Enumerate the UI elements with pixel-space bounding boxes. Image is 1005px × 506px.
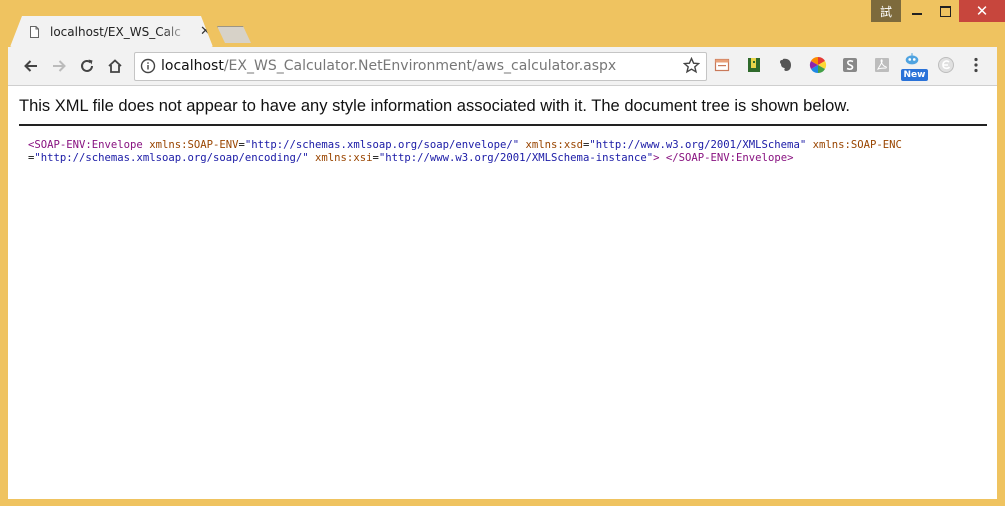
maximize-button[interactable]	[931, 0, 959, 22]
forward-arrow-icon	[53, 60, 66, 72]
document-icon	[30, 26, 39, 38]
xml-attr-value: "http://www.w3.org/2001/XMLSchema"	[589, 139, 807, 151]
extension-s-button[interactable]	[841, 56, 859, 74]
back-arrow-icon	[24, 60, 37, 72]
circle-e-icon	[938, 57, 954, 73]
xml-attr-name: xmlns:xsd	[525, 139, 583, 151]
browser-toolbar: localhost/EX_WS_Calculator.NetEnvironmen…	[8, 47, 997, 86]
page-content: This XML file does not appear to have an…	[8, 86, 997, 499]
extension-pdf-button[interactable]	[873, 56, 891, 74]
url-path: /EX_WS_Calculator.NetEnvironment/aws_cal…	[223, 58, 617, 74]
tab-active[interactable]: localhost/EX_WS_Calc ✕	[10, 16, 213, 47]
xml-attr-name: xmlns:SOAP-ENC	[812, 139, 902, 151]
address-bar[interactable]: localhost/EX_WS_Calculator.NetEnvironmen…	[134, 52, 707, 81]
xml-attr-name: xmlns:SOAP-ENV	[149, 139, 239, 151]
reload-icon	[81, 59, 93, 72]
divider	[19, 124, 987, 126]
url-host: localhost	[161, 58, 224, 74]
elephant-icon	[780, 58, 791, 71]
new-badge: New	[901, 69, 928, 81]
xml-open-tag-end: >	[653, 152, 660, 164]
robot-icon	[905, 53, 919, 65]
info-icon[interactable]	[140, 58, 156, 74]
reload-button[interactable]	[76, 55, 98, 77]
extension-colorpicker-button[interactable]	[809, 56, 827, 74]
s-logo-icon	[843, 58, 857, 72]
xml-attr-value: "http://www.w3.org/2001/XMLSchema-instan…	[378, 152, 654, 164]
minimize-button[interactable]	[903, 0, 931, 22]
minimize-icon	[912, 13, 922, 15]
xml-attr-name: xmlns:xsi	[315, 152, 373, 164]
bookmark-extension-icon	[748, 58, 760, 72]
close-window-button[interactable]: ✕	[959, 0, 1005, 22]
extension-reader-button[interactable]	[713, 56, 731, 74]
extension-circle-button[interactable]	[937, 56, 955, 74]
extension-new-button[interactable]	[903, 50, 921, 68]
forward-button[interactable]	[48, 55, 70, 77]
reader-icon	[714, 58, 730, 72]
xml-style-notice: This XML file does not appear to have an…	[19, 97, 850, 115]
xml-attr-value: "http://schemas.xmlsoap.org/soap/encodin…	[34, 152, 309, 164]
bookmark-star-icon[interactable]	[683, 57, 700, 74]
xml-attr-value: "http://schemas.xmlsoap.org/soap/envelop…	[244, 139, 520, 151]
tab-title: localhost/EX_WS_Calc	[50, 25, 181, 39]
extension-evernote-button[interactable]	[777, 56, 795, 74]
ime-indicator[interactable]: 試	[871, 0, 901, 22]
home-icon	[108, 59, 122, 73]
xml-close-tag: </SOAP-ENV:Envelope>	[665, 152, 794, 164]
back-button[interactable]	[20, 55, 42, 77]
color-wheel-icon	[809, 56, 827, 74]
xml-tree: <SOAP-ENV:Envelope xmlns:SOAP-ENV="http:…	[28, 139, 902, 164]
pdf-icon	[875, 58, 889, 72]
extension-bookmark-button[interactable]	[745, 56, 763, 74]
url-text[interactable]: localhost/EX_WS_Calculator.NetEnvironmen…	[161, 58, 616, 74]
menu-button[interactable]	[967, 56, 985, 74]
kebab-menu-icon	[974, 57, 978, 73]
home-button[interactable]	[104, 55, 126, 77]
maximize-icon	[939, 5, 951, 17]
xml-open-tag: <SOAP-ENV:Envelope	[28, 139, 143, 151]
